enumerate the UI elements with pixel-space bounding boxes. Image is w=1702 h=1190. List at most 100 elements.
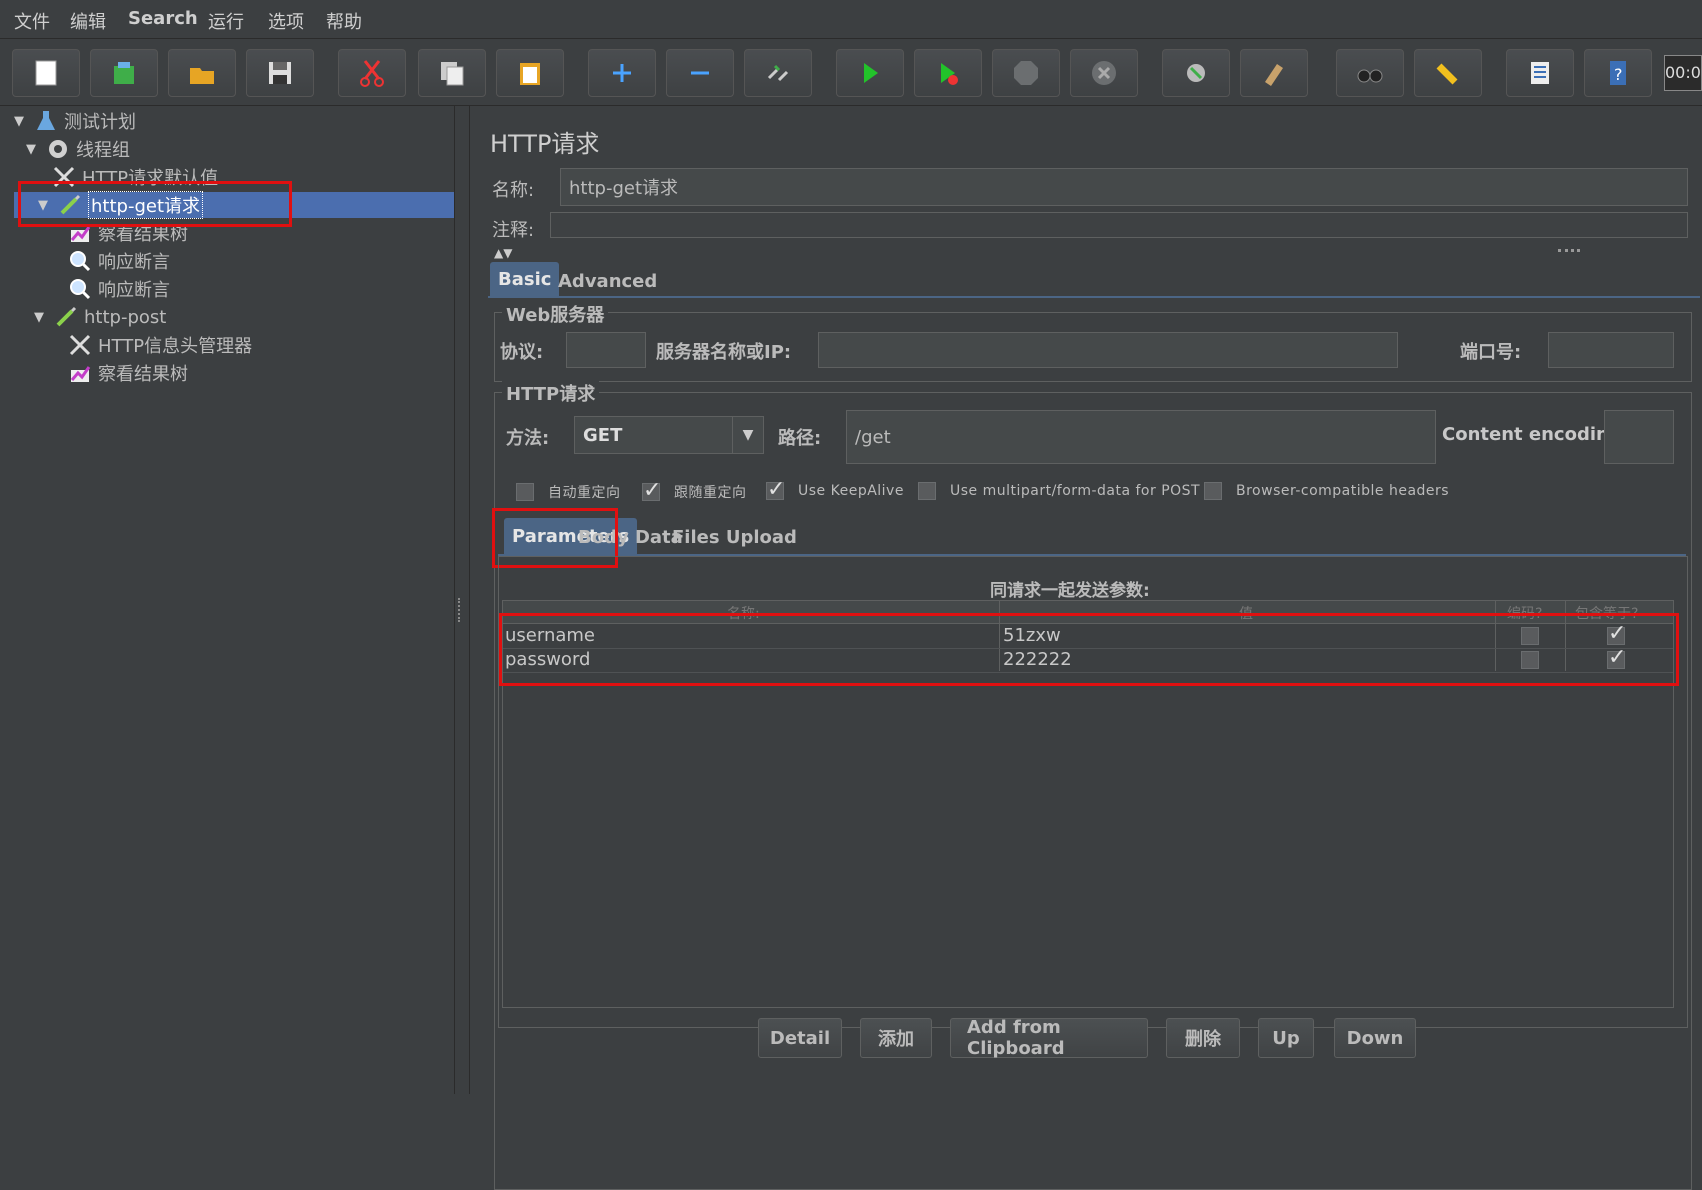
keepalive-checkbox[interactable]: Use KeepAlive [766, 477, 904, 502]
toggle-button[interactable] [744, 49, 812, 97]
expanded-arrow-icon[interactable]: ▼ [14, 114, 30, 129]
menu-help[interactable]: 帮助 [326, 8, 362, 34]
server-input[interactable] [818, 332, 1398, 368]
page-title: HTTP请求 [490, 130, 600, 158]
open-button[interactable] [168, 49, 236, 97]
path-input[interactable]: /get [846, 410, 1436, 464]
tab-files-upload[interactable]: Files Upload [664, 520, 805, 554]
start-no-pauses-button[interactable] [914, 49, 982, 97]
checkbox-label: Browser-compatible headers [1236, 483, 1450, 499]
clear-icon [1187, 64, 1205, 82]
tree-node-header-manager[interactable]: HTTP信息头管理器 [68, 332, 252, 358]
checkbox-box[interactable] [918, 482, 936, 500]
path-label: 路径: [778, 428, 822, 449]
checkbox-label: 跟随重定向 [674, 485, 747, 501]
splitter-grip-icon[interactable] [458, 598, 466, 622]
tree-node-label: 响应断言 [98, 252, 170, 273]
magnifier-icon [68, 277, 92, 301]
test-plan-tree: ▼ 测试计划 ▼ 线程组 HTTP请求默认值 ▼ http-get请求 察看结果… [6, 106, 455, 1094]
copy-icon [441, 62, 464, 86]
resize-grip-icon[interactable] [1558, 249, 1580, 252]
tree-node-label: 响应断言 [98, 280, 170, 301]
toggle-icon [767, 64, 789, 82]
tree-node-results-tree[interactable]: 察看结果树 [68, 360, 188, 386]
detail-button[interactable]: Detail [758, 1018, 842, 1058]
tree-node-test-plan[interactable]: ▼ 测试计划 [14, 108, 136, 134]
checkbox-box[interactable] [516, 483, 534, 501]
content-encoding-input[interactable] [1604, 410, 1674, 464]
add-button[interactable]: 添加 [860, 1018, 932, 1058]
shutdown-icon [1092, 61, 1116, 85]
name-input[interactable]: http-get请求 [560, 168, 1688, 206]
paste-button[interactable] [496, 49, 564, 97]
collapse-arrows-icon[interactable]: ▲▼ [494, 246, 512, 260]
start-icon [864, 63, 878, 83]
expanded-arrow-icon[interactable]: ▼ [26, 142, 42, 157]
port-input[interactable] [1548, 332, 1674, 368]
save-button[interactable] [246, 49, 314, 97]
help-icon: ? [1610, 61, 1626, 85]
chevron-down-icon[interactable]: ▼ [732, 417, 763, 453]
tree-node-http-post[interactable]: ▼ http-post [34, 304, 166, 330]
tab-basic[interactable]: Basic [490, 262, 560, 296]
auto-redirect-checkbox[interactable]: 自动重定向 [516, 482, 621, 502]
checkbox-box[interactable] [1204, 482, 1222, 500]
tab-strip-line [488, 296, 1700, 298]
templates-button[interactable] [90, 49, 158, 97]
new-button[interactable] [12, 49, 80, 97]
tree-node-label: HTTP信息头管理器 [98, 336, 253, 357]
stop-button[interactable] [992, 49, 1060, 97]
copy-button[interactable] [418, 49, 486, 97]
content-encoding-label: Content encoding: [1442, 424, 1629, 445]
up-button[interactable]: Up [1258, 1018, 1314, 1058]
menu-run[interactable]: 运行 [208, 8, 244, 34]
multipart-checkbox[interactable]: Use multipart/form-data for POST [918, 482, 1200, 500]
method-select[interactable]: GET ▼ [574, 416, 764, 454]
menu-search[interactable]: Search [128, 8, 198, 29]
reset-search-button[interactable] [1414, 49, 1482, 97]
add-from-clipboard-button[interactable]: Add from Clipboard [950, 1017, 1148, 1059]
chart-icon [68, 361, 92, 385]
clear-all-icon [1265, 64, 1283, 86]
tree-node-label: 测试计划 [64, 112, 136, 133]
tree-node-response-assertion[interactable]: 响应断言 [68, 276, 170, 302]
open-icon [190, 68, 214, 84]
protocol-label: 协议: [500, 342, 544, 363]
checkbox-box[interactable] [642, 478, 662, 503]
tree-node-label: http-post [84, 306, 167, 328]
search-button[interactable] [1336, 49, 1404, 97]
tree-node-response-assertion[interactable]: 响应断言 [68, 248, 170, 274]
method-label: 方法: [506, 428, 550, 449]
down-button[interactable]: Down [1334, 1018, 1416, 1058]
panel-splitter[interactable] [455, 106, 470, 1094]
function-helper-button[interactable] [1506, 49, 1574, 97]
search-icon [1357, 69, 1383, 83]
follow-redirects-checkbox[interactable]: 跟随重定向 [642, 478, 747, 503]
clear-button[interactable] [1162, 49, 1230, 97]
shutdown-button[interactable] [1070, 49, 1138, 97]
expand-button[interactable] [588, 49, 656, 97]
svg-text:?: ? [1614, 65, 1623, 84]
toolbar: ? 00:0 [0, 39, 1702, 106]
delete-button[interactable]: 删除 [1166, 1018, 1240, 1058]
cut-button[interactable] [338, 49, 406, 97]
browser-compatible-checkbox[interactable]: Browser-compatible headers [1204, 482, 1449, 500]
menu-options[interactable]: 选项 [268, 8, 304, 34]
start-button[interactable] [836, 49, 904, 97]
collapse-button[interactable] [666, 49, 734, 97]
method-value: GET [583, 424, 623, 446]
tools-icon [68, 333, 92, 357]
tab-advanced[interactable]: Advanced [550, 264, 665, 298]
clear-all-button[interactable] [1240, 49, 1308, 97]
function-helper-icon [1531, 62, 1549, 84]
comment-input[interactable] [550, 212, 1688, 238]
tree-node-label: 线程组 [76, 140, 130, 161]
help-button[interactable]: ? [1584, 49, 1652, 97]
tree-node-thread-group[interactable]: ▼ 线程组 [26, 136, 130, 162]
protocol-input[interactable] [566, 332, 646, 368]
menu-edit[interactable]: 编辑 [70, 8, 106, 34]
menu-file[interactable]: 文件 [14, 8, 50, 34]
checkbox-box[interactable] [766, 477, 786, 502]
elapsed-timer: 00:0 [1664, 55, 1702, 91]
expanded-arrow-icon[interactable]: ▼ [34, 310, 50, 325]
